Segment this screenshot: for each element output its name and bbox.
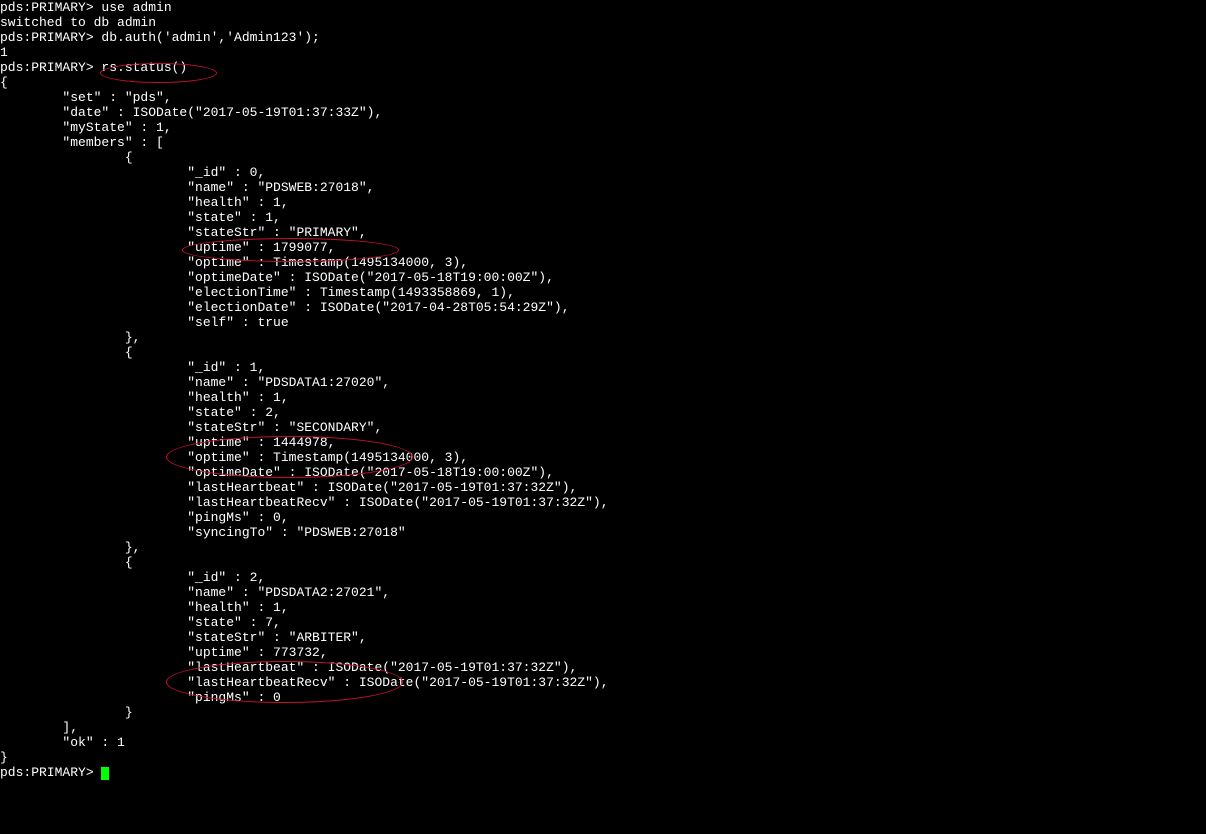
terminal-line: "uptime" : 773732,	[0, 645, 1206, 660]
cursor	[101, 767, 109, 780]
terminal-line: "members" : [	[0, 135, 1206, 150]
terminal-line: pds:PRIMARY> rs.status()	[0, 60, 1206, 75]
terminal-line: "stateStr" : "SECONDARY",	[0, 420, 1206, 435]
terminal-line: "health" : 1,	[0, 195, 1206, 210]
terminal-line: "health" : 1,	[0, 600, 1206, 615]
terminal-line: "set" : "pds",	[0, 90, 1206, 105]
terminal-line: "myState" : 1,	[0, 120, 1206, 135]
terminal-line: "electionDate" : ISODate("2017-04-28T05:…	[0, 300, 1206, 315]
terminal-line: ],	[0, 720, 1206, 735]
terminal-line: "name" : "PDSDATA2:27021",	[0, 585, 1206, 600]
terminal-line: }	[0, 750, 1206, 765]
terminal-line: "optimeDate" : ISODate("2017-05-18T19:00…	[0, 270, 1206, 285]
terminal-line: 1	[0, 45, 1206, 60]
terminal-line: "health" : 1,	[0, 390, 1206, 405]
terminal-line: "state" : 2,	[0, 405, 1206, 420]
terminal-line: "ok" : 1	[0, 735, 1206, 750]
terminal-line: }	[0, 705, 1206, 720]
terminal-line: "name" : "PDSWEB:27018",	[0, 180, 1206, 195]
terminal-line: switched to db admin	[0, 15, 1206, 30]
terminal-line: {	[0, 345, 1206, 360]
terminal-line: pds:PRIMARY> use admin	[0, 0, 1206, 15]
terminal-line: {	[0, 555, 1206, 570]
terminal-line: "lastHeartbeat" : ISODate("2017-05-19T01…	[0, 480, 1206, 495]
terminal-line: "syncingTo" : "PDSWEB:27018"	[0, 525, 1206, 540]
terminal-output[interactable]: pds:PRIMARY> use adminswitched to db adm…	[0, 0, 1206, 780]
terminal-line: },	[0, 330, 1206, 345]
terminal-line: "optime" : Timestamp(1495134000, 3),	[0, 255, 1206, 270]
terminal-line: "electionTime" : Timestamp(1493358869, 1…	[0, 285, 1206, 300]
terminal-line: "pingMs" : 0,	[0, 510, 1206, 525]
terminal-line: "name" : "PDSDATA1:27020",	[0, 375, 1206, 390]
terminal-line: "self" : true	[0, 315, 1206, 330]
terminal-line: "_id" : 2,	[0, 570, 1206, 585]
terminal-line: pds:PRIMARY> db.auth('admin','Admin123')…	[0, 30, 1206, 45]
terminal-line: "_id" : 0,	[0, 165, 1206, 180]
terminal-line: "uptime" : 1799077,	[0, 240, 1206, 255]
terminal-line: "stateStr" : "PRIMARY",	[0, 225, 1206, 240]
terminal-line: "optimeDate" : ISODate("2017-05-18T19:00…	[0, 465, 1206, 480]
terminal-line: "_id" : 1,	[0, 360, 1206, 375]
terminal-line: {	[0, 75, 1206, 90]
terminal-line: "pingMs" : 0	[0, 690, 1206, 705]
terminal-line: },	[0, 540, 1206, 555]
terminal-line: "lastHeartbeat" : ISODate("2017-05-19T01…	[0, 660, 1206, 675]
terminal-prompt[interactable]: pds:PRIMARY>	[0, 765, 1206, 780]
terminal-line: "optime" : Timestamp(1495134000, 3),	[0, 450, 1206, 465]
terminal-line: "lastHeartbeatRecv" : ISODate("2017-05-1…	[0, 675, 1206, 690]
terminal-line: "lastHeartbeatRecv" : ISODate("2017-05-1…	[0, 495, 1206, 510]
terminal-line: "date" : ISODate("2017-05-19T01:37:33Z")…	[0, 105, 1206, 120]
terminal-line: "state" : 7,	[0, 615, 1206, 630]
terminal-line: "state" : 1,	[0, 210, 1206, 225]
terminal-line: "stateStr" : "ARBITER",	[0, 630, 1206, 645]
terminal-line: {	[0, 150, 1206, 165]
terminal-line: "uptime" : 1444978,	[0, 435, 1206, 450]
